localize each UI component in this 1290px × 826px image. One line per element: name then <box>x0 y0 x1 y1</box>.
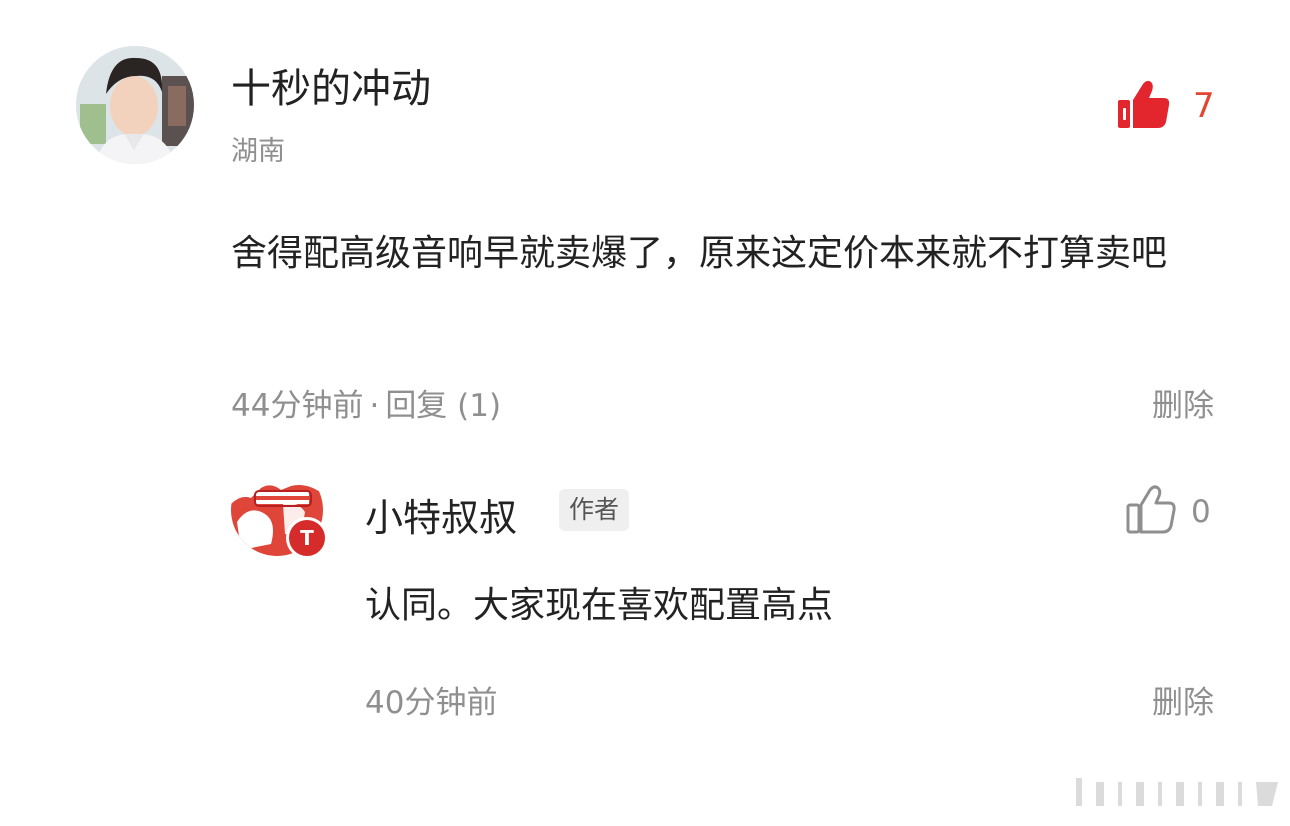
like-count: 7 <box>1193 86 1215 126</box>
thumbs-up-filled-icon[interactable] <box>1116 78 1172 132</box>
watermark-icon <box>1072 772 1282 812</box>
reply-count-link[interactable]: 回复 (1) <box>385 388 501 424</box>
user-location: 湖南 <box>231 136 285 167</box>
comment-meta: 44分钟前 · 回复 (1) <box>231 380 501 425</box>
thumbs-up-outline-icon[interactable] <box>1125 484 1177 536</box>
reply-time: 40分钟前 <box>365 685 498 721</box>
delete-button[interactable]: 删除 <box>1152 380 1214 425</box>
reply-text: 认同。大家现在喜欢配置高点 <box>365 585 834 626</box>
comment-time: 44分钟前 <box>231 388 364 424</box>
author-badge: 作者 <box>559 489 630 531</box>
comment-text: 舍得配高级音响早就卖爆了，原来这定价本来就不打算卖吧 <box>231 233 1168 274</box>
meta-separator: · <box>369 388 380 424</box>
user-avatar[interactable] <box>76 46 194 164</box>
brand-badge-icon: T <box>286 517 328 559</box>
reply-user-name[interactable]: 小特叔叔 <box>365 487 517 542</box>
reply-like-count: 0 <box>1191 494 1211 530</box>
reply-delete-button[interactable]: 删除 <box>1152 677 1214 722</box>
user-name[interactable]: 十秒的冲动 <box>231 56 431 114</box>
comment-thread: 十秒的冲动 湖南 7 舍得配高级音响早就卖爆了，原来这定价本来就不打算卖吧 44… <box>0 0 1290 826</box>
